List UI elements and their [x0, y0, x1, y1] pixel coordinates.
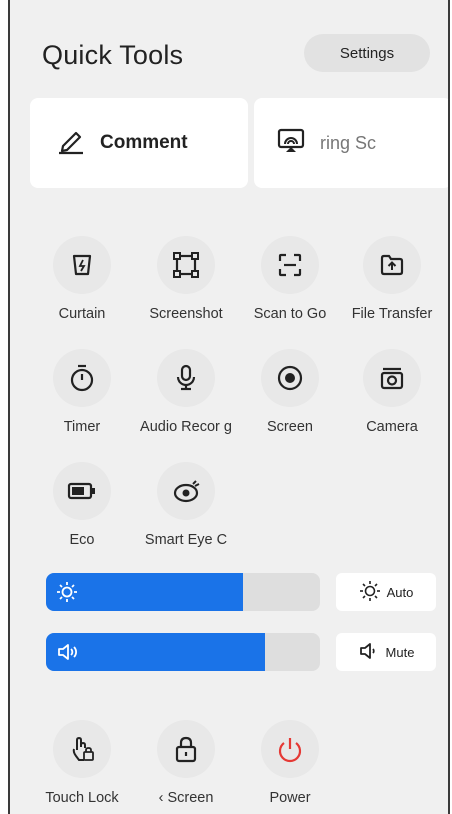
tool-audio-recording[interactable]: Audio Recor g — [134, 349, 238, 459]
tool-screenshot[interactable]: Screenshot — [134, 236, 238, 346]
tool-file-transfer[interactable]: File Transfer — [340, 236, 444, 346]
microphone-icon — [157, 349, 215, 407]
comment-label: Comment — [100, 132, 188, 153]
screen-sharing-label: ring Sc — [320, 132, 377, 153]
brightness-slider[interactable] — [46, 573, 320, 611]
comment-card[interactable]: Comment — [30, 98, 248, 188]
screen-share-icon — [276, 127, 306, 160]
touch-lock-icon — [53, 720, 111, 778]
tool-curtain[interactable]: Curtain — [30, 236, 134, 346]
screenshot-icon — [157, 236, 215, 294]
tool-eco[interactable]: Eco — [30, 462, 134, 572]
page-title: Quick Tools — [42, 40, 184, 70]
mute-label: Mute — [385, 644, 415, 660]
settings-button[interactable]: Settings — [304, 34, 430, 72]
tool-scan-to-go[interactable]: Scan to Go — [238, 236, 342, 346]
tool-label: Audio Recor g — [140, 419, 232, 435]
battery-icon — [53, 462, 111, 520]
tool-label: Timer — [63, 419, 101, 435]
volume-slider[interactable] — [46, 633, 320, 671]
tool-lock-screen[interactable]: ‹ Screen — [134, 720, 238, 814]
tool-label: Touch Lock — [45, 790, 119, 806]
mute-speaker-icon — [358, 640, 380, 665]
mute-button[interactable]: Mute — [336, 633, 436, 671]
quick-tools-panel: Quick Tools Settings Comment ring Sc Cur… — [8, 0, 450, 814]
power-icon — [261, 720, 319, 778]
speaker-icon — [56, 641, 80, 668]
tool-touch-lock[interactable]: Touch Lock — [30, 720, 134, 814]
tool-label: Screen — [267, 419, 313, 435]
tool-label: Smart Eye C — [144, 532, 228, 548]
tool-label: Power — [269, 790, 311, 806]
auto-sun-icon — [359, 580, 381, 605]
tool-camera[interactable]: Camera — [340, 349, 444, 459]
auto-label: Auto — [386, 584, 414, 600]
timer-icon — [53, 349, 111, 407]
tool-label: Eco — [69, 532, 95, 548]
tool-screen-recording[interactable]: Screen — [238, 349, 342, 459]
tool-label: Curtain — [58, 306, 106, 322]
curtain-icon — [53, 236, 111, 294]
tool-label: Camera — [366, 419, 418, 435]
eye-icon — [157, 462, 215, 520]
screen-record-icon — [261, 349, 319, 407]
tool-label: File Transfer — [351, 306, 433, 322]
pen-icon — [56, 127, 86, 160]
scan-icon — [261, 236, 319, 294]
tool-label: ‹ Screen — [158, 790, 214, 806]
camera-icon — [363, 349, 421, 407]
file-transfer-icon — [363, 236, 421, 294]
tool-power[interactable]: Power — [238, 720, 342, 814]
tool-label: Scan to Go — [253, 306, 327, 322]
auto-brightness-button[interactable]: Auto — [336, 573, 436, 611]
tool-label: Screenshot — [149, 306, 223, 322]
tool-smart-eye-care[interactable]: Smart Eye C — [134, 462, 238, 572]
tool-timer[interactable]: Timer — [30, 349, 134, 459]
sun-icon — [56, 581, 78, 608]
screen-sharing-card[interactable]: ring Sc — [254, 98, 448, 188]
lock-icon — [157, 720, 215, 778]
